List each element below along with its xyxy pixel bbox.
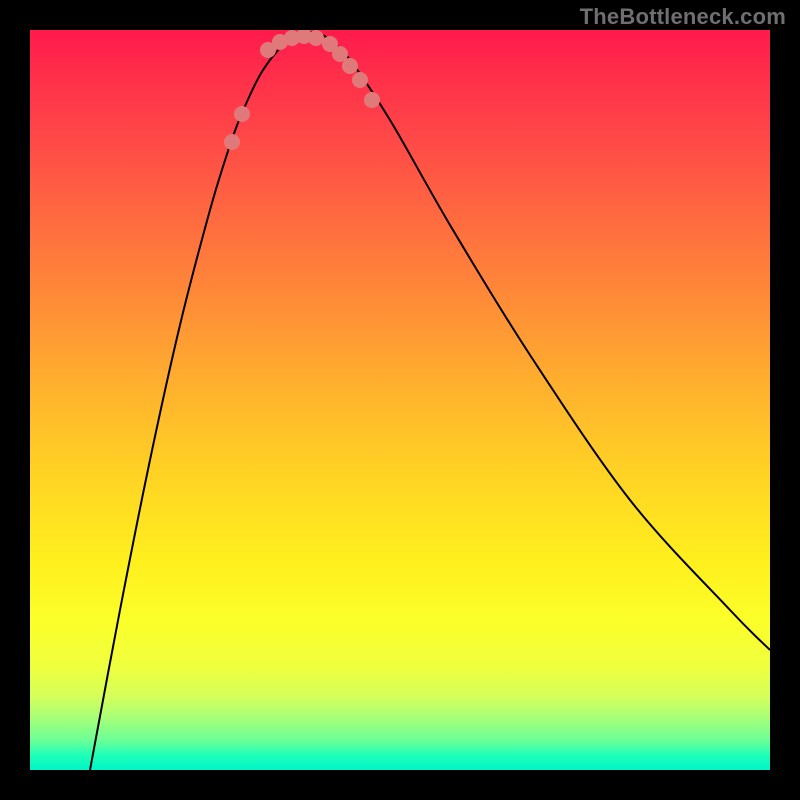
chart-frame: TheBottleneck.com	[0, 0, 800, 800]
bottleneck-curve	[30, 30, 770, 770]
marker-group	[224, 30, 380, 150]
curve-marker	[224, 134, 240, 150]
plot-area	[30, 30, 770, 770]
curve-marker	[308, 30, 324, 46]
watermark-text: TheBottleneck.com	[580, 4, 786, 30]
curve-marker	[342, 58, 358, 74]
curve-line	[90, 32, 770, 770]
curve-marker	[364, 92, 380, 108]
curve-marker	[352, 72, 368, 88]
curve-marker	[234, 106, 250, 122]
